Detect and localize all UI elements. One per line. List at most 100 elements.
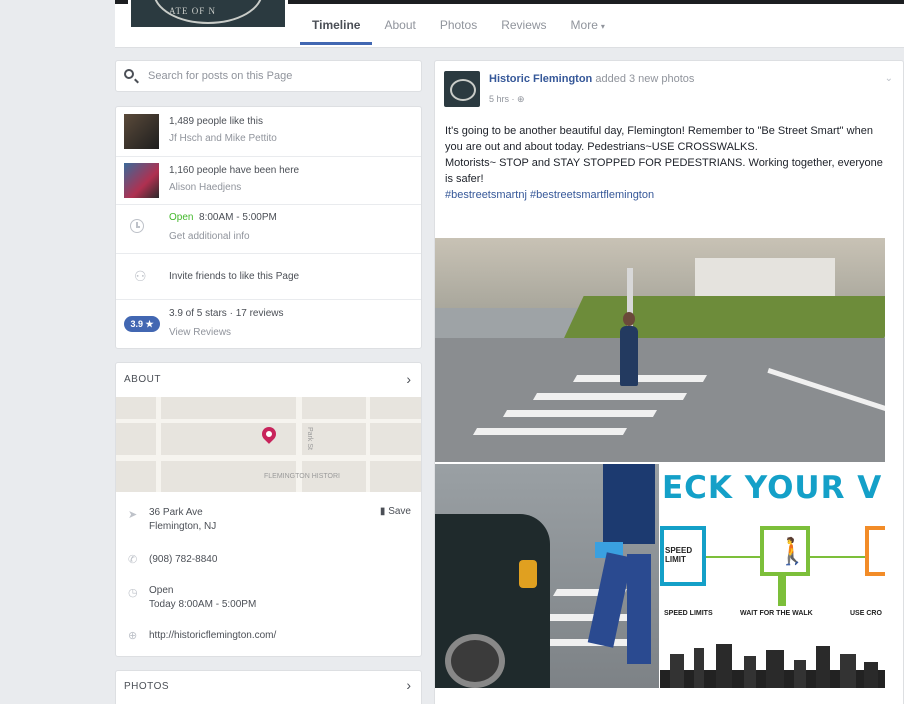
friend-avatar xyxy=(124,114,159,149)
page-tabs: Timeline About Photos Reviews More ▾ xyxy=(300,12,617,48)
hours-time: 8:00AM - 5:00PM xyxy=(199,212,277,223)
post-text: It's going to be another beautiful day, … xyxy=(445,123,885,203)
city-skyline xyxy=(660,640,885,688)
post-hashtags[interactable]: #bestreetsmartnj #bestreetsmartflemingto… xyxy=(445,187,885,203)
post-photo-infographic[interactable]: ECK YOUR VITA SPEED LIMIT 🚶 SPEED LIMITS… xyxy=(660,464,885,688)
skyline-building xyxy=(670,654,684,688)
skyline-building xyxy=(794,660,806,688)
speed-limit-sign-icon: SPEED LIMIT xyxy=(660,526,706,586)
invite-friends-text: Invite friends to like this Page xyxy=(169,271,300,282)
visits-friends[interactable]: Alison Haedjens xyxy=(169,182,241,193)
search-placeholder: Search for posts on this Page xyxy=(148,70,293,82)
tab-about[interactable]: About xyxy=(372,12,427,45)
about-heading[interactable]: ABOUT xyxy=(124,374,161,385)
crosswalk-stripe xyxy=(532,393,688,400)
crosswalk-stripe xyxy=(472,428,628,435)
hours-row[interactable]: Open 8:00AM - 5:00PM Get additional info xyxy=(116,205,421,254)
skyline-building xyxy=(816,646,830,688)
car-headlight xyxy=(519,560,537,588)
clock-icon xyxy=(130,219,144,233)
rating-text: 3.9 of 5 stars · 17 reviews xyxy=(169,308,284,319)
hours-open-status: Open xyxy=(149,585,174,596)
likes-row[interactable]: 1,489 people like this Jf Hsch and Mike … xyxy=(116,107,421,157)
skyline-building xyxy=(716,644,732,688)
globe-icon: ⊕ xyxy=(128,630,138,642)
search-icon xyxy=(124,69,134,79)
pedestrian-head xyxy=(623,312,635,326)
map-street-label: Park St xyxy=(306,427,313,450)
photo-road xyxy=(435,338,885,462)
post-time[interactable]: 5 hrs xyxy=(489,94,509,104)
about-card: ABOUT › Park St FLEMINGTON HISTORI ➤ 36 … xyxy=(115,362,422,657)
view-reviews-link[interactable]: View Reviews xyxy=(169,327,231,338)
skyline-building xyxy=(766,650,784,688)
open-status: Open xyxy=(169,212,194,223)
speed-limit-sign-text: SPEED LIMIT xyxy=(665,546,693,564)
infographic-title: ECK YOUR VITA xyxy=(662,470,885,506)
tab-more-label: More xyxy=(570,18,598,32)
map-town-label: FLEMINGTON HISTORI xyxy=(264,473,340,480)
tab-timeline[interactable]: Timeline xyxy=(300,12,373,45)
tab-more[interactable]: More ▾ xyxy=(559,12,617,45)
pedestrian-jacket xyxy=(603,464,655,544)
tab-reviews[interactable]: Reviews xyxy=(489,12,558,45)
post-author-avatar[interactable] xyxy=(444,71,480,107)
chevron-right-icon[interactable]: › xyxy=(406,677,411,693)
save-label: Save xyxy=(388,506,411,517)
post-options-chevron-icon[interactable]: ⌄ xyxy=(885,73,893,84)
post-header: Historic Flemington added 3 new photos xyxy=(489,73,694,85)
search-posts-input[interactable]: Search for posts on this Page xyxy=(115,60,422,92)
pedestrian-figure xyxy=(620,326,638,386)
address-line1: 36 Park Ave xyxy=(149,507,203,518)
post-text-line1: It's going to be another beautiful day, … xyxy=(445,125,873,153)
photos-heading[interactable]: PHOTOS xyxy=(124,681,169,692)
map-road xyxy=(366,397,370,492)
crosswalk-stripe xyxy=(572,375,708,382)
friend-avatar xyxy=(124,163,159,198)
caption-speed-limits: SPEED LIMITS xyxy=(664,610,713,617)
chevron-right-icon[interactable]: › xyxy=(406,371,411,387)
walking-person-icon: 🚶 xyxy=(776,536,809,566)
post-text-line2: Motorists~ STOP and STAY STOPPED FOR PED… xyxy=(445,157,883,185)
crosswalk-stripe xyxy=(502,410,658,417)
rating-row[interactable]: 3.9 ★ 3.9 of 5 stars · 17 reviews View R… xyxy=(116,300,421,348)
post-meta: 5 hrs · ⊕ xyxy=(489,94,525,104)
skyline-building xyxy=(744,656,756,688)
likes-count: 1,489 people like this xyxy=(169,116,263,127)
page-edge xyxy=(0,0,8,704)
page-info-card: 1,489 people like this Jf Hsch and Mike … xyxy=(115,106,422,349)
skyline-building xyxy=(840,654,856,688)
map-road xyxy=(156,397,161,492)
visits-row[interactable]: 1,160 people have been here Alison Haedj… xyxy=(116,157,421,205)
profile-picture[interactable]: ATE OF N xyxy=(128,0,288,30)
bookmark-icon: ▮ xyxy=(379,506,386,517)
invite-row[interactable]: ⚇ Invite friends to like this Page xyxy=(116,254,421,300)
location-map[interactable]: Park St FLEMINGTON HISTORI xyxy=(116,397,421,492)
map-pin-icon xyxy=(259,424,279,444)
caret-down-icon: ▾ xyxy=(600,22,605,31)
save-button[interactable]: ▮ Save xyxy=(380,506,411,517)
post-photo-crosswalk[interactable] xyxy=(435,238,885,462)
additional-info-link[interactable]: Get additional info xyxy=(169,231,250,242)
post-author-name[interactable]: Historic Flemington xyxy=(489,73,592,85)
public-globe-icon: ⊕ xyxy=(517,94,525,104)
photos-card: PHOTOS › xyxy=(115,670,422,704)
location-arrow-icon: ➤ xyxy=(128,509,138,521)
caption-wait-for-walk: WAIT FOR THE WALK xyxy=(740,610,813,617)
address-line2: Flemington, NJ xyxy=(149,521,217,532)
walk-signal-icon: 🚶 xyxy=(760,526,810,576)
invite-friends-icon: ⚇ xyxy=(134,268,147,284)
post-action-text: added 3 new photos xyxy=(595,73,695,85)
pedestrian-leg xyxy=(627,554,651,664)
tab-photos[interactable]: Photos xyxy=(428,12,489,45)
skyline-building xyxy=(694,648,704,688)
car-wheel xyxy=(445,634,505,688)
photo-house xyxy=(695,258,835,298)
website-link[interactable]: http://historicflemington.com/ xyxy=(149,629,276,643)
skyline-building xyxy=(864,662,878,688)
hours-line: Open 8:00AM - 5:00PM xyxy=(169,212,277,223)
map-road xyxy=(116,419,421,423)
likes-friends[interactable]: Jf Hsch and Mike Pettito xyxy=(169,133,277,144)
crosswalk-sign-icon xyxy=(865,526,885,576)
post-photo-pedestrian-car[interactable] xyxy=(435,464,659,688)
